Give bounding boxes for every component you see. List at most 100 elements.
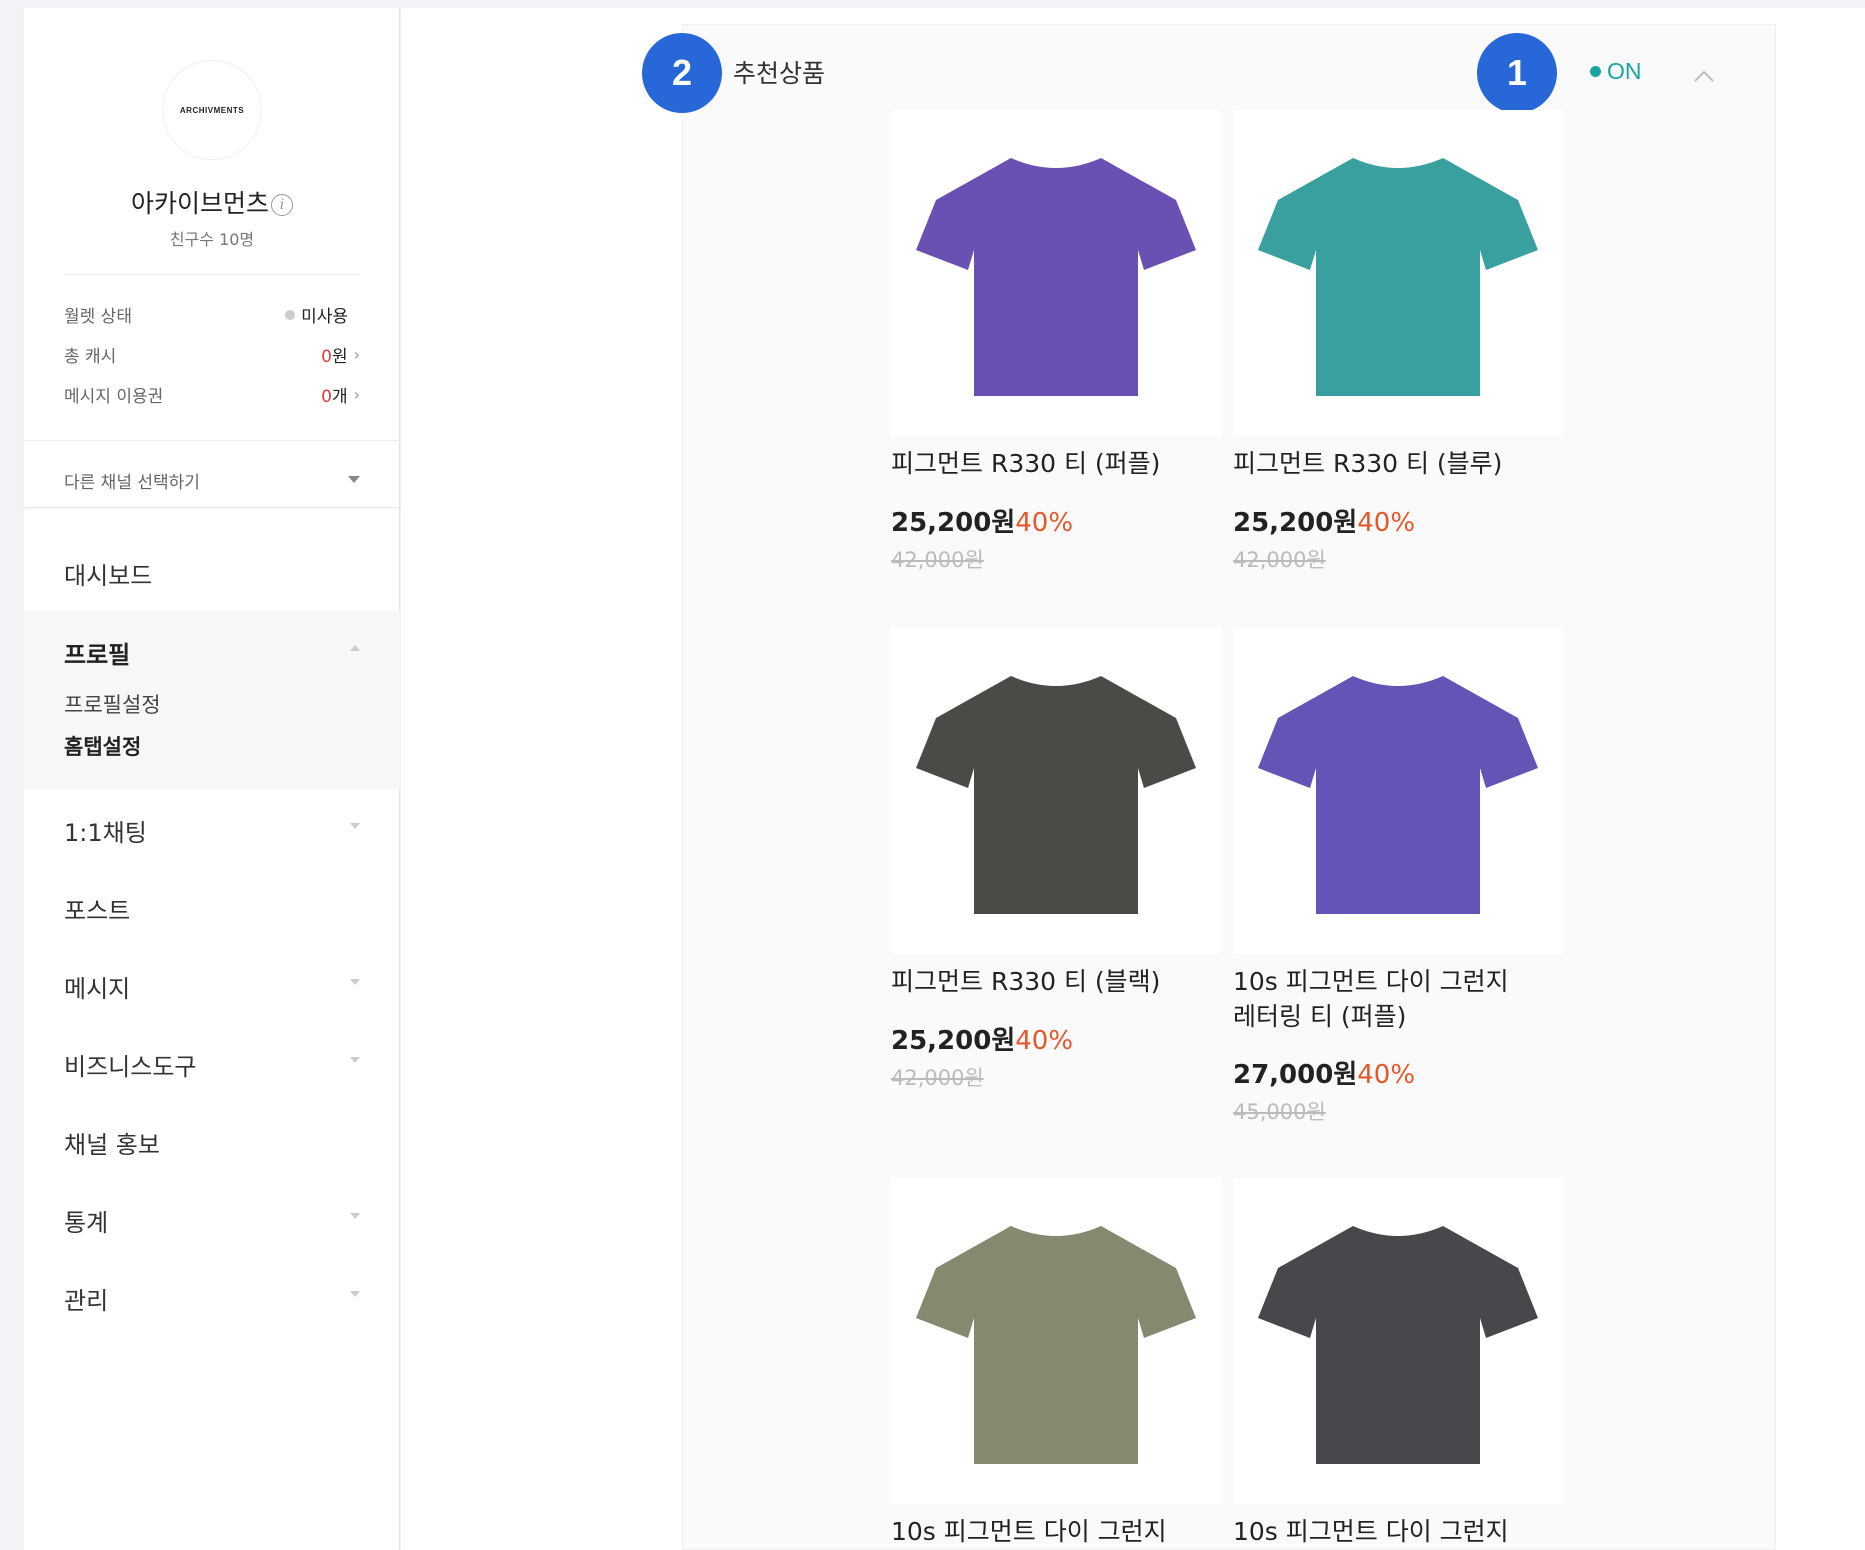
submenu-profile-settings[interactable]: 프로필설정 [64, 689, 161, 719]
menu-post-label: 포스트 [64, 897, 131, 925]
product-name[interactable]: 10s 피그먼트 다이 그런지 [891, 1514, 1221, 1549]
discount-rate: 40% [1015, 508, 1074, 538]
channel-profile-panel: ARCHIVMENTS 아카이브먼츠 i 친구수 10명 월렛 상태 미사용 총 … [24, 8, 400, 508]
product-image[interactable] [1233, 1178, 1563, 1504]
total-cash-label: 총 캐시 [64, 347, 117, 367]
chevron-down-icon [350, 979, 360, 985]
original-price: 45,000원 [1233, 1100, 1326, 1124]
channel-name: 아카이브먼츠 i [24, 184, 400, 220]
menu-dashboard[interactable]: 대시보드 [24, 532, 400, 610]
sale-price: 25,200원 [891, 1026, 1016, 1056]
chevron-down-icon [350, 1291, 360, 1297]
menu-manage-label: 관리 [64, 1287, 109, 1315]
chevron-up-icon[interactable] [1693, 66, 1715, 88]
product-price: 25,200원40% [1233, 502, 1415, 539]
tshirt-icon [1258, 158, 1538, 396]
total-cash-amount: 0 [321, 347, 332, 367]
menu-promotion[interactable]: 채널 홍보 [24, 1101, 400, 1179]
channel-select-label: 다른 채널 선택하기 [64, 473, 200, 493]
tshirt-icon [916, 158, 1196, 396]
sidebar: ARCHIVMENTS 아카이브먼츠 i 친구수 10명 월렛 상태 미사용 총 … [24, 8, 400, 1550]
tshirt-icon [1258, 1226, 1538, 1464]
section-visibility-toggle[interactable]: ON [1590, 58, 1642, 85]
message-voucher-amount: 0 [321, 387, 332, 407]
menu-profile[interactable]: 프로필 [24, 611, 400, 689]
menu-message-label: 메시지 [64, 975, 131, 1003]
section-title: 추천상품 [733, 59, 826, 88]
friend-count: 친구수 10명 [169, 230, 255, 249]
menu-biz-tools[interactable]: 비즈니스도구 [24, 1023, 400, 1101]
discount-rate: 40% [1357, 508, 1416, 538]
menu-biz-tools-label: 비즈니스도구 [64, 1053, 197, 1081]
product-name[interactable]: 피그먼트 R330 티 (퍼플) [891, 446, 1221, 481]
product-price: 25,200원40% [891, 1020, 1073, 1057]
product-name[interactable]: 피그먼트 R330 티 (블루) [1233, 446, 1563, 481]
menu-message[interactable]: 메시지 [24, 945, 400, 1023]
product-price: 27,000원40% [1233, 1054, 1415, 1091]
chevron-right-icon: › [353, 345, 360, 364]
dropdown-arrow-icon [348, 476, 360, 483]
product-card[interactable]: 10s 피그먼트 다이 그런지 [1233, 1178, 1563, 1550]
tshirt-icon [916, 676, 1196, 914]
total-cash-row[interactable]: 총 캐시 0원 › [64, 342, 360, 372]
wallet-status-text: 미사용 [301, 307, 348, 327]
message-voucher-label: 메시지 이용권 [64, 387, 164, 407]
total-cash-value[interactable]: 0원 › [321, 342, 360, 367]
product-image[interactable] [891, 1178, 1221, 1504]
message-voucher-value[interactable]: 0개 › [321, 382, 360, 407]
sale-price: 25,200원 [891, 508, 1016, 538]
step-badge-1: 1 [1477, 33, 1557, 113]
product-name[interactable]: 피그먼트 R330 티 (블랙) [891, 964, 1221, 999]
chevron-up-icon [350, 645, 360, 651]
menu-dashboard-label: 대시보드 [64, 562, 153, 590]
channel-logo-text: ARCHIVMENTS [179, 105, 245, 115]
sale-price: 25,200원 [1233, 508, 1358, 538]
message-voucher-unit: 개 [331, 387, 348, 407]
menu-stats[interactable]: 통계 [24, 1179, 400, 1257]
discount-rate: 40% [1015, 1026, 1074, 1056]
original-price: 42,000원 [891, 548, 984, 572]
product-card[interactable]: 피그먼트 R330 티 (블루) 25,200원40% 42,000원 [1233, 110, 1563, 590]
menu-stats-label: 통계 [64, 1209, 109, 1237]
submenu-hometab-settings[interactable]: 홈탭설정 [64, 731, 141, 761]
tshirt-icon [916, 1226, 1196, 1464]
recommended-products-section [682, 24, 1776, 1550]
message-voucher-row[interactable]: 메시지 이용권 0개 › [64, 382, 360, 412]
product-image[interactable] [1233, 110, 1563, 436]
step-badge-2: 2 [642, 33, 722, 113]
chevron-right-icon: › [353, 385, 360, 404]
product-image[interactable] [891, 110, 1221, 436]
channel-name-text: 아카이브먼츠 [130, 189, 269, 218]
chevron-down-icon [350, 1057, 360, 1063]
on-status-dot-icon [1590, 66, 1601, 77]
menu-profile-group: 프로필 프로필설정 홈탭설정 [24, 611, 400, 789]
tshirt-icon [1258, 676, 1538, 914]
info-icon[interactable]: i [271, 194, 293, 216]
channel-select-dropdown[interactable]: 다른 채널 선택하기 [64, 468, 360, 493]
original-price: 42,000원 [1233, 548, 1326, 572]
menu-promotion-label: 채널 홍보 [64, 1131, 160, 1159]
total-cash-unit: 원 [331, 347, 348, 367]
menu-chat[interactable]: 1:1채팅 [24, 789, 400, 867]
menu-chat-label: 1:1채팅 [64, 819, 147, 847]
product-image[interactable] [891, 628, 1221, 954]
product-name[interactable]: 10s 피그먼트 다이 그런지 레터링 티 (퍼플) [1233, 964, 1563, 1034]
product-price: 25,200원40% [891, 502, 1073, 539]
discount-rate: 40% [1357, 1060, 1416, 1090]
product-name[interactable]: 10s 피그먼트 다이 그런지 [1233, 1514, 1563, 1549]
divider [24, 440, 400, 441]
product-card[interactable]: 10s 피그먼트 다이 그런지 레터링 티 (퍼플) 27,000원40% 45… [1233, 628, 1563, 1148]
product-image[interactable] [1233, 628, 1563, 954]
product-card[interactable]: 10s 피그먼트 다이 그런지 [891, 1178, 1221, 1550]
menu-post[interactable]: 포스트 [24, 867, 400, 945]
original-price: 42,000원 [891, 1066, 984, 1090]
channel-avatar[interactable]: ARCHIVMENTS [162, 60, 262, 160]
menu-manage[interactable]: 관리 [24, 1257, 400, 1335]
wallet-status-value: 미사용 [285, 302, 348, 327]
product-card[interactable]: 피그먼트 R330 티 (퍼플) 25,200원40% 42,000원 [891, 110, 1221, 590]
chevron-down-icon [350, 823, 360, 829]
product-card[interactable]: 피그먼트 R330 티 (블랙) 25,200원40% 42,000원 [891, 628, 1221, 1108]
status-dot-icon [285, 309, 296, 320]
menu-profile-label: 프로필 [64, 641, 131, 669]
divider [64, 274, 360, 275]
